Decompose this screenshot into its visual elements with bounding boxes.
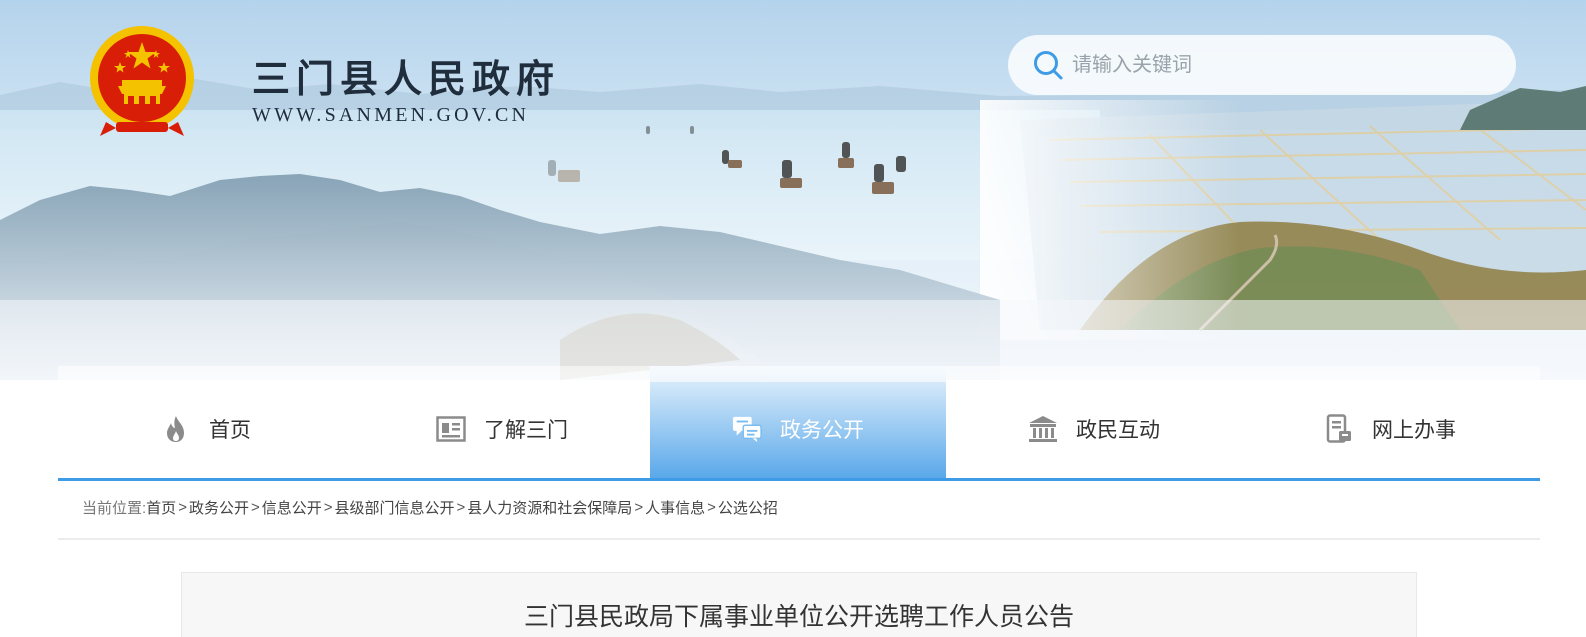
site-url: WWW.SANMEN.GOV.CN <box>252 104 530 126</box>
breadcrumb: 当前位置: 首页 > 政务公开 > 信息公开 > 县级部门信息公开 > 县人力资… <box>82 497 778 518</box>
site-title: 三门县人民政府 <box>252 56 561 101</box>
breadcrumb-prefix: 当前位置: <box>82 500 147 517</box>
article-panel: 三门县民政局下属事业单位公开选聘工作人员公告 <box>181 572 1417 637</box>
search-box[interactable] <box>1008 35 1516 95</box>
nav-label: 网上办事 <box>1372 419 1456 442</box>
breadcrumb-link-county-departments[interactable]: 县级部门信息公开 <box>335 497 455 518</box>
nav-item-home[interactable]: 首页 <box>58 366 354 478</box>
nav-label: 政民互动 <box>1076 419 1160 442</box>
breadcrumb-link-home[interactable]: 首页 <box>146 497 176 518</box>
header-banner: 三门县人民政府 WWW.SANMEN.GOV.CN <box>0 0 1586 380</box>
breadcrumb-separator: > <box>250 499 260 516</box>
national-emblem-icon <box>90 26 194 136</box>
nav-label: 了解三门 <box>484 419 568 442</box>
breadcrumb-separator: > <box>634 499 644 516</box>
breadcrumb-link-information-disclosure[interactable]: 信息公开 <box>262 497 322 518</box>
government-building-icon <box>1028 414 1058 444</box>
newspaper-icon <box>436 414 466 444</box>
article-title: 三门县民政局下属事业单位公开选聘工作人员公告 <box>523 603 1074 631</box>
document-printer-icon <box>1324 414 1354 444</box>
breadcrumb-link-hr-social-security-bureau[interactable]: 县人力资源和社会保障局 <box>467 497 632 518</box>
nav-item-public-interaction[interactable]: 政民互动 <box>946 366 1242 478</box>
chat-bubbles-icon <box>732 414 762 444</box>
flame-icon <box>161 414 191 444</box>
search-input[interactable] <box>1072 53 1492 77</box>
nav-label: 政务公开 <box>780 419 864 442</box>
breadcrumb-separator: > <box>707 499 716 516</box>
breadcrumb-link-personnel-info[interactable]: 人事信息 <box>645 497 705 518</box>
nav-label: 首页 <box>209 419 251 442</box>
nav-item-government-affairs[interactable]: 政务公开 <box>650 366 946 478</box>
nav-item-online-services[interactable]: 网上办事 <box>1242 366 1538 478</box>
breadcrumb-separator: > <box>323 499 333 516</box>
breadcrumb-separator: > <box>456 499 466 516</box>
breadcrumb-divider <box>58 538 1540 540</box>
nav-underline <box>58 478 1540 481</box>
breadcrumb-separator: > <box>178 499 187 516</box>
nav-item-about-sanmen[interactable]: 了解三门 <box>354 366 650 478</box>
breadcrumb-link-public-recruitment[interactable]: 公选公招 <box>718 497 778 518</box>
breadcrumb-link-government-affairs[interactable]: 政务公开 <box>189 497 249 518</box>
search-icon[interactable] <box>1032 49 1064 81</box>
main-nav: 首页 了解三门 政务公开 政民互动 网上办事 <box>58 366 1540 478</box>
